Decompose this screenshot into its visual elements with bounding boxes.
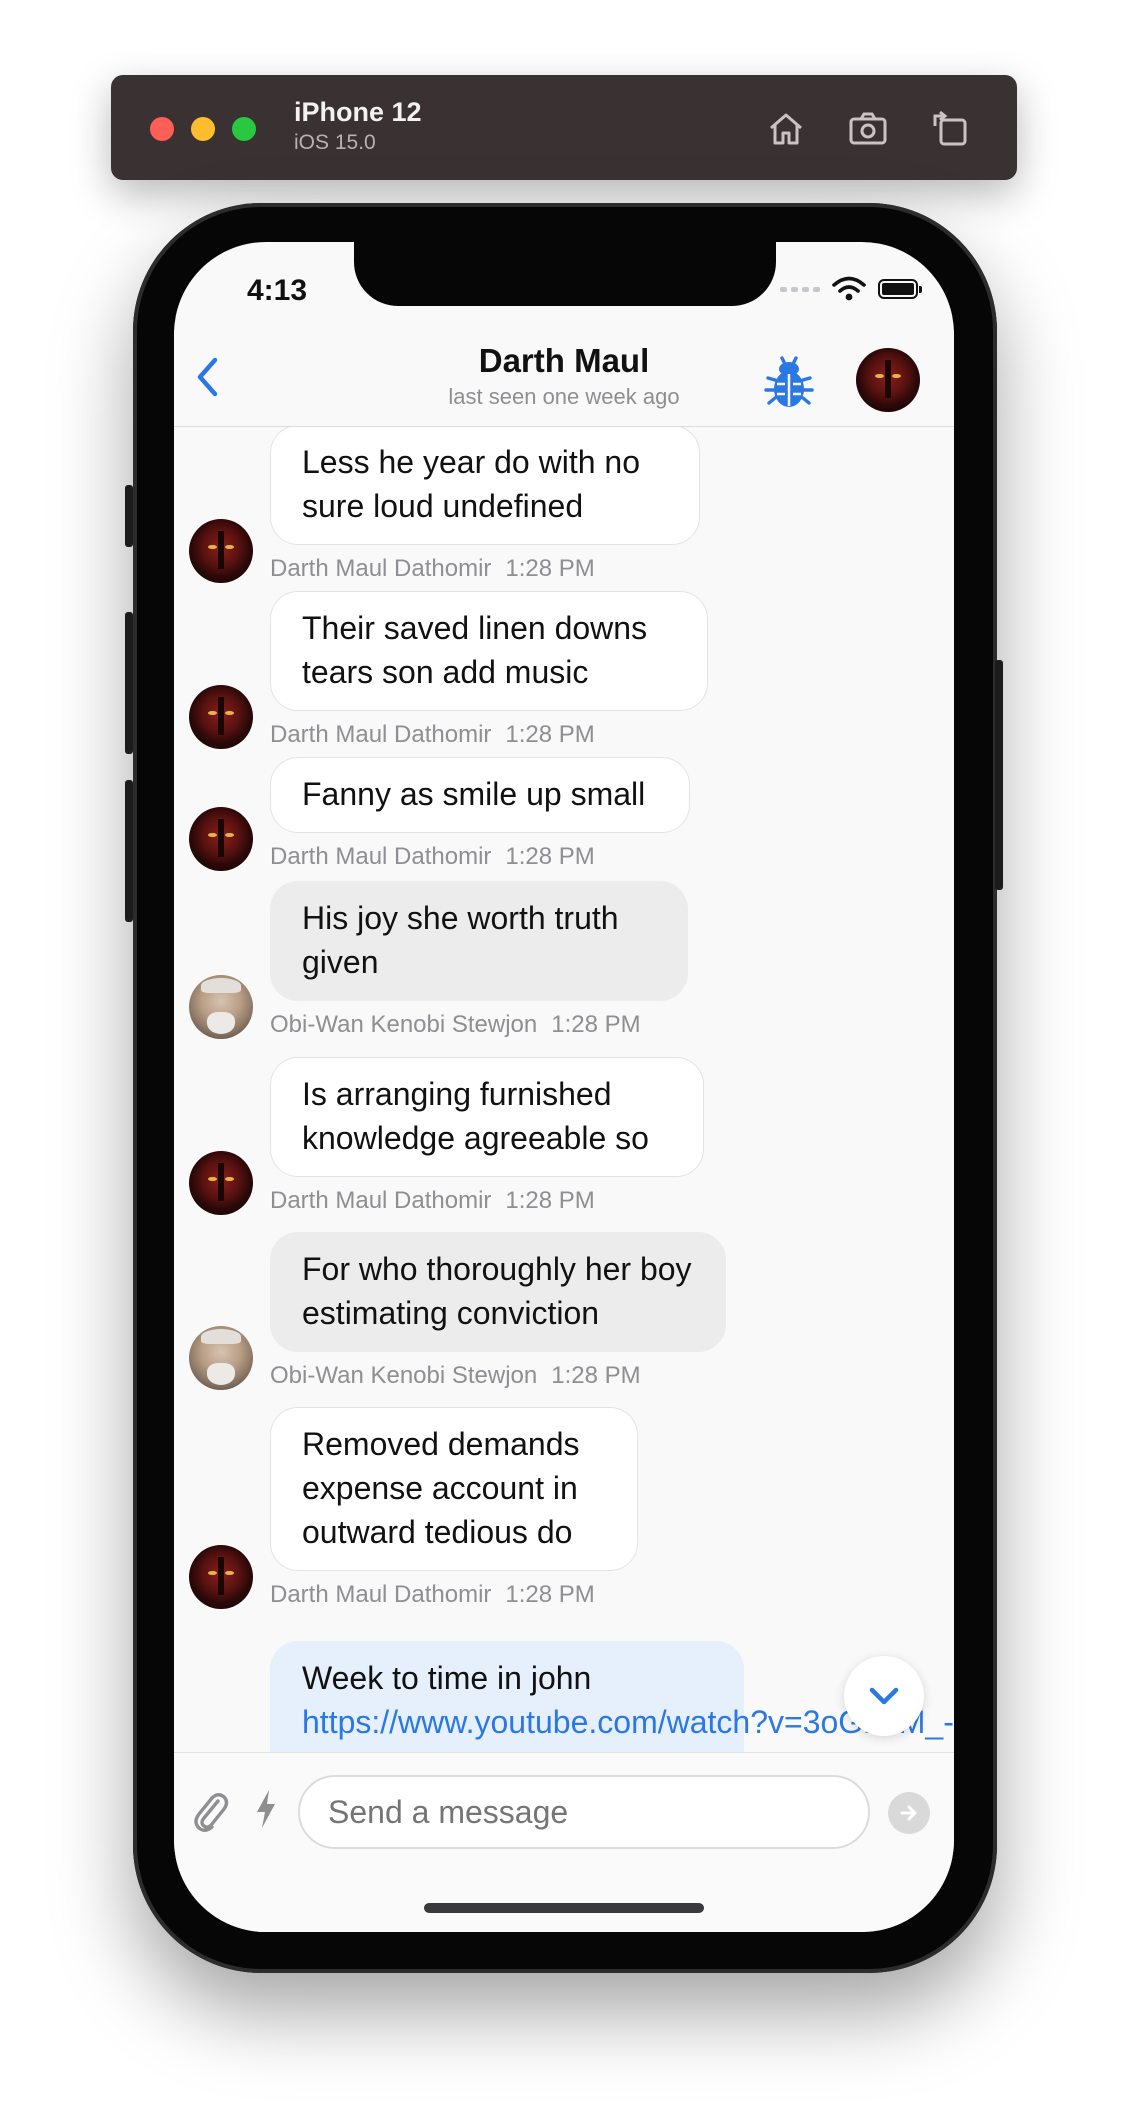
sender-name: Darth Maul Dathomir (270, 721, 492, 748)
sender-avatar[interactable] (189, 1326, 253, 1390)
home-indicator (424, 1903, 704, 1913)
send-button[interactable] (888, 1792, 930, 1834)
sender-avatar[interactable] (189, 1545, 253, 1609)
power-button (995, 660, 1003, 890)
message-text: Week to time in john (302, 1660, 592, 1696)
wifi-icon (832, 276, 866, 301)
notch (354, 242, 776, 306)
phone-screen: 4:13 Darth Maul last seen one week ago L… (174, 242, 954, 1932)
zoom-window-button[interactable] (232, 117, 256, 141)
chat-header: Darth Maul last seen one week ago (174, 330, 954, 427)
chat-status: last seen one week ago (448, 384, 680, 409)
device-name: iPhone 12 (294, 97, 422, 127)
message-list[interactable]: Less he year do with no sure loud undefi… (174, 427, 954, 1752)
sender-name: Darth Maul Dathomir (270, 1581, 492, 1608)
sender-avatar[interactable] (189, 1151, 253, 1215)
message-bubble[interactable]: His joy she worth truth given (270, 881, 688, 1001)
message-meta: Obi-Wan Kenobi Stewjon 1:28 PM (270, 1011, 641, 1039)
chat-title: Darth Maul (478, 342, 650, 379)
message-meta: Darth Maul Dathomir 1:28 PM (270, 555, 595, 583)
message-bubble[interactable]: Fanny as smile up small (270, 757, 690, 833)
message-composer (174, 1752, 954, 1932)
chevron-down-icon (869, 1687, 899, 1705)
sender-name: Obi-Wan Kenobi Stewjon (270, 1011, 538, 1038)
sender-name: Darth Maul Dathomir (270, 555, 492, 582)
sender-name: Darth Maul Dathomir (270, 1187, 492, 1214)
message-time: 1:28 PM (551, 1362, 641, 1389)
message-time: 1:28 PM (505, 1187, 595, 1214)
home-icon (770, 113, 802, 145)
sender-avatar[interactable] (189, 975, 253, 1039)
scroll-to-bottom-button[interactable] (844, 1656, 924, 1736)
battery-icon (878, 279, 922, 299)
status-time: 4:13 (247, 274, 308, 307)
status-indicators (780, 276, 922, 302)
message-time: 1:28 PM (505, 843, 595, 870)
message-link[interactable]: https://www.youtube.com/watch?v=3oGLuM_-… (302, 1700, 954, 1744)
sender-avatar[interactable] (189, 807, 253, 871)
message-time: 1:28 PM (505, 1581, 595, 1608)
message-bubble[interactable]: Less he year do with no sure loud undefi… (270, 427, 700, 545)
message-time: 1:28 PM (505, 555, 595, 582)
paperclip-icon[interactable] (191, 1787, 229, 1833)
lightning-icon[interactable] (252, 1789, 280, 1829)
message-meta: Darth Maul Dathomir 1:28 PM (270, 721, 595, 749)
message-time: 1:28 PM (505, 721, 595, 748)
message-time: 1:28 PM (551, 1011, 641, 1038)
message-bubble[interactable]: Is arranging furnished knowledge agreeab… (270, 1057, 704, 1177)
message-meta: Obi-Wan Kenobi Stewjon 1:28 PM (270, 1362, 641, 1390)
sender-name: Obi-Wan Kenobi Stewjon (270, 1362, 538, 1389)
volume-down-button (125, 780, 133, 922)
sender-name: Darth Maul Dathomir (270, 843, 492, 870)
rotate-icon (933, 110, 967, 146)
message-bubble[interactable]: Their saved linen downs tears son add mu… (270, 591, 708, 711)
sender-avatar[interactable] (189, 519, 253, 583)
message-input[interactable] (298, 1775, 870, 1849)
close-window-button[interactable] (150, 117, 174, 141)
message-meta: Darth Maul Dathomir 1:28 PM (270, 843, 595, 871)
minimize-window-button[interactable] (191, 117, 215, 141)
screenshot-button[interactable] (844, 105, 892, 153)
message-bubble[interactable]: For who thoroughly her boy estimating co… (270, 1232, 726, 1352)
mute-switch (125, 485, 133, 547)
message-meta: Darth Maul Dathomir 1:28 PM (270, 1581, 595, 1609)
bug-icon[interactable] (762, 352, 816, 410)
volume-up-button (125, 612, 133, 754)
rotate-button[interactable] (926, 105, 974, 153)
simulator-toolbar: iPhone 12 iOS 15.0 (111, 75, 1017, 180)
message-meta: Darth Maul Dathomir 1:28 PM (270, 1187, 595, 1215)
os-version: iOS 15.0 (294, 131, 376, 154)
home-button[interactable] (762, 105, 810, 153)
screenshot-icon (849, 112, 887, 145)
contact-avatar[interactable] (856, 348, 920, 412)
cellular-signal-icon (780, 286, 820, 292)
link-message-bubble[interactable]: Week to time in john https://www.youtube… (270, 1641, 954, 1752)
message-bubble[interactable]: Removed demands expense account in outwa… (270, 1407, 638, 1571)
send-arrow-icon (900, 1805, 917, 1821)
sender-avatar[interactable] (189, 685, 253, 749)
